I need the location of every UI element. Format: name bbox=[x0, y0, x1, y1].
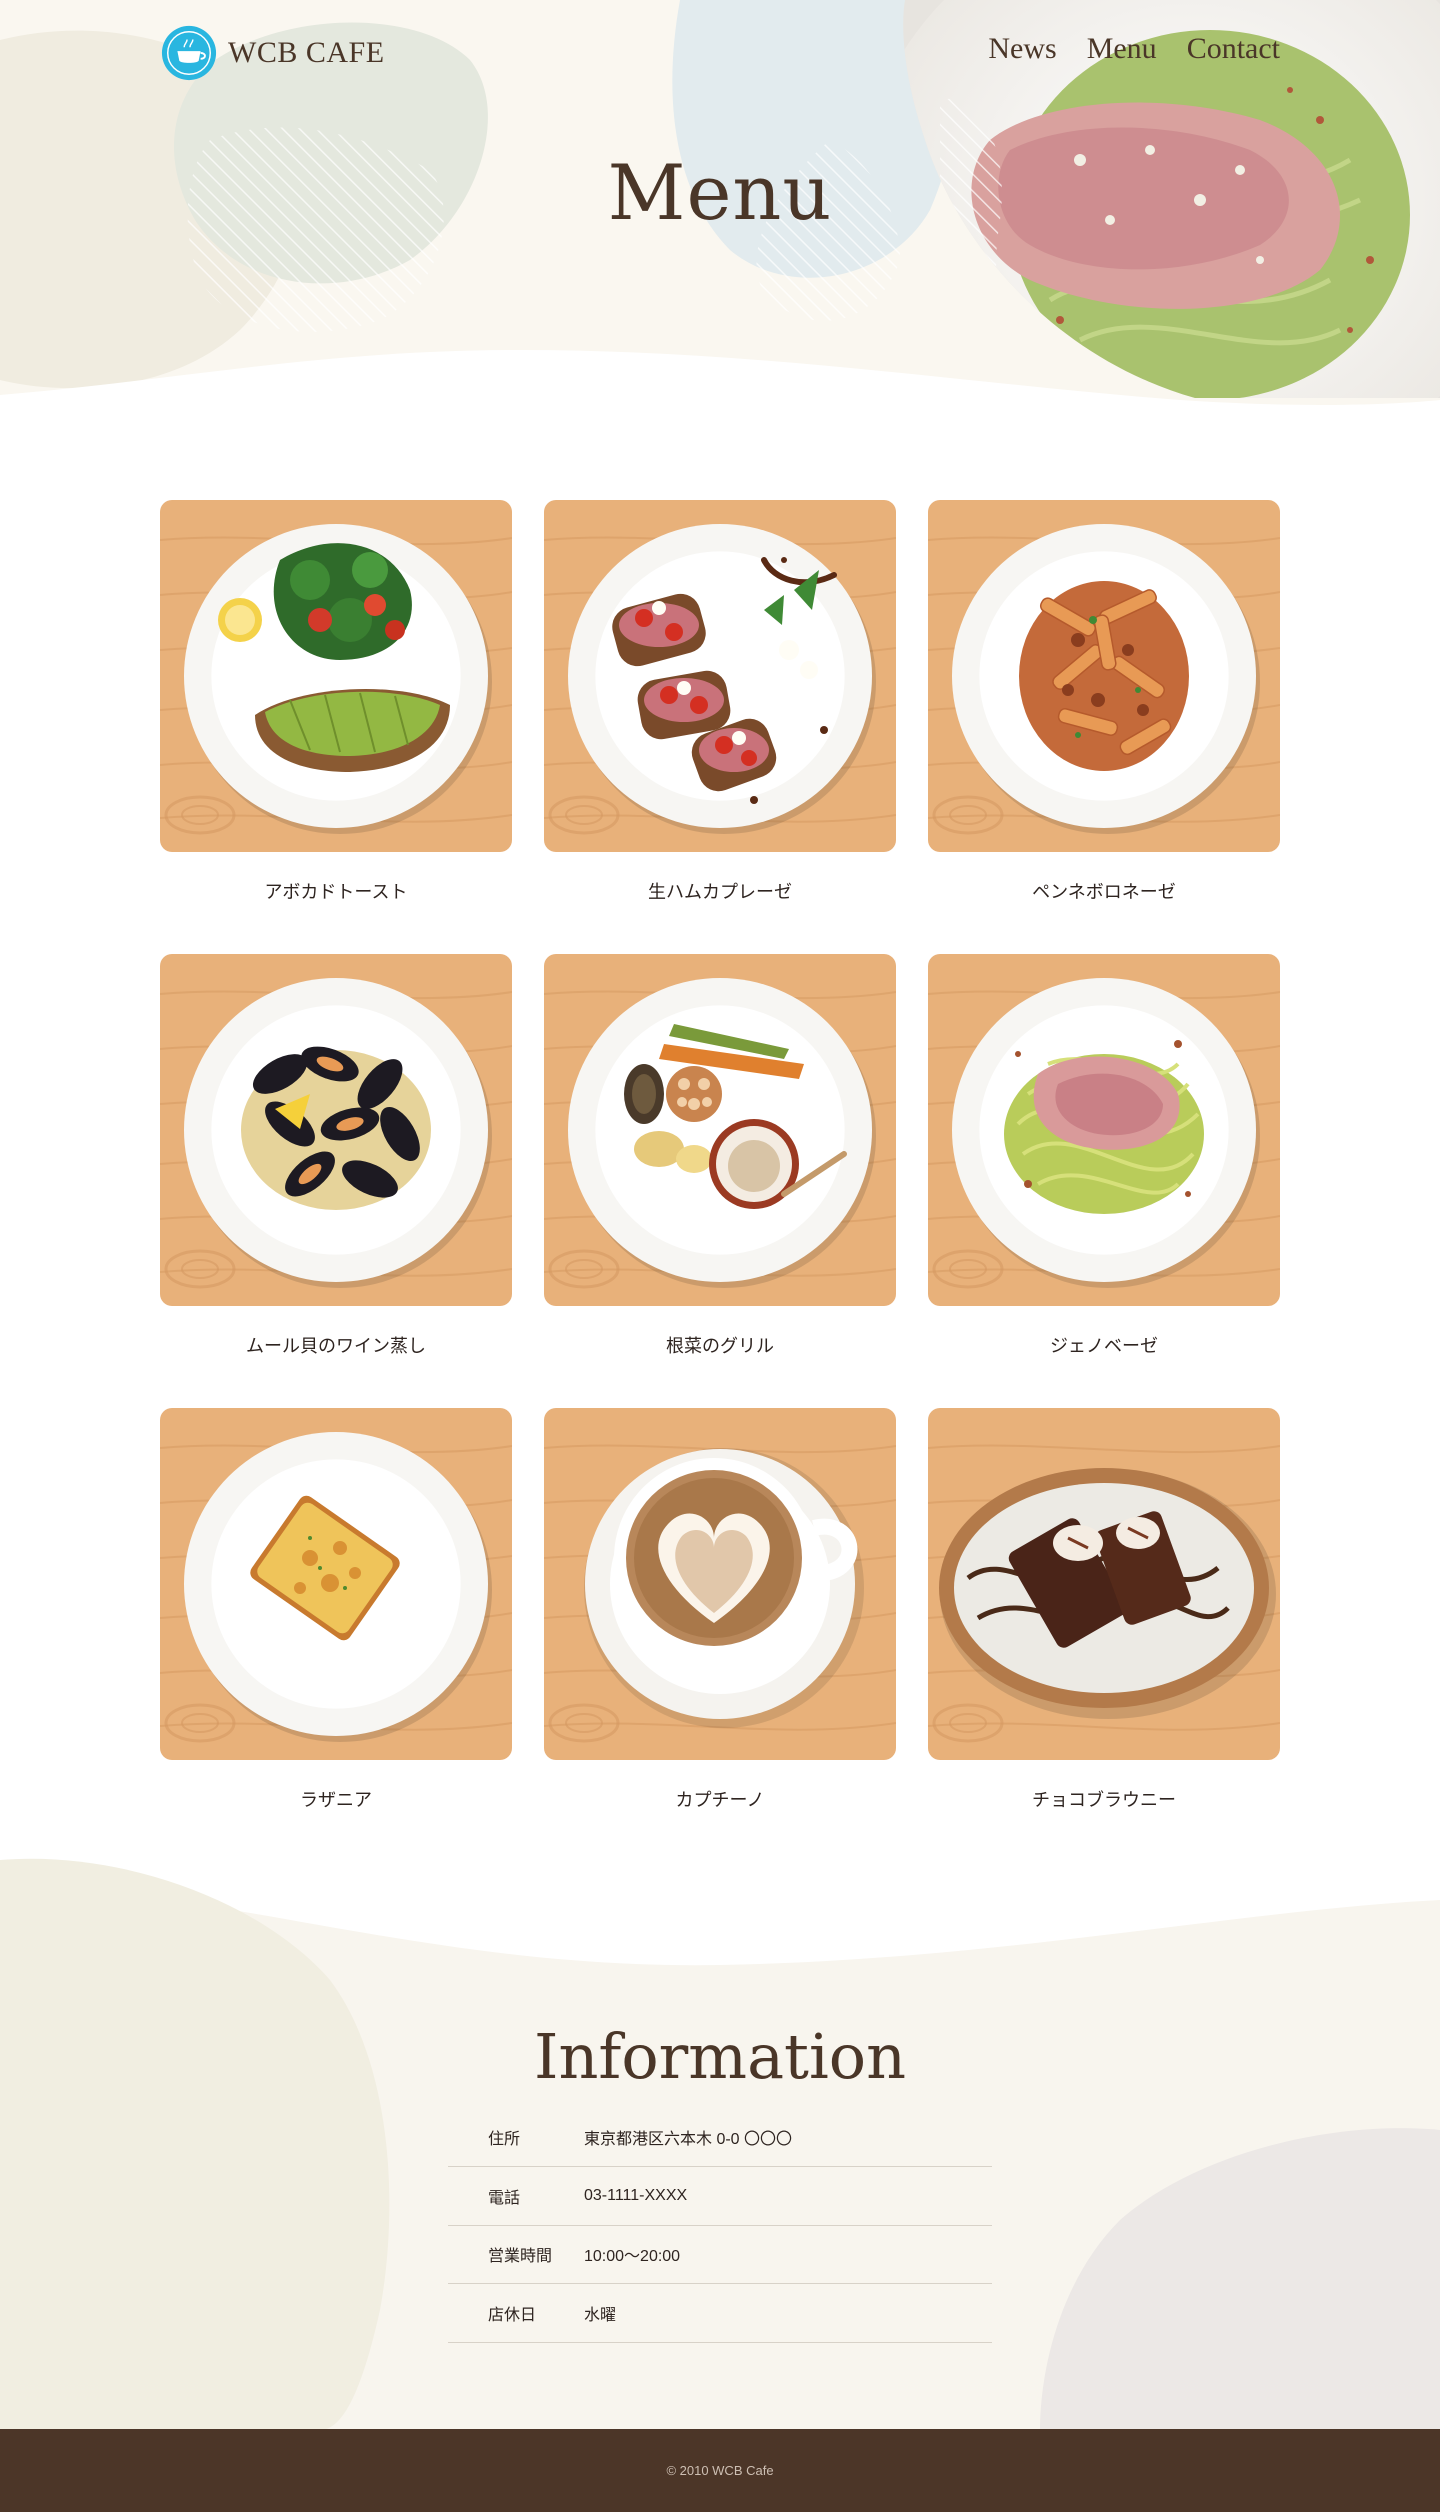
info-value-closed: 水曜 bbox=[584, 2306, 617, 2324]
menu-item-name: 根菜のグリル bbox=[666, 1336, 774, 1357]
logo-emblem-icon bbox=[161, 25, 217, 81]
menu-item[interactable]: 根菜のグリル bbox=[544, 954, 896, 1408]
main-nav: News Menu Contact bbox=[988, 32, 1280, 66]
table-row: 店休日 水曜 bbox=[448, 2284, 992, 2342]
menu-item-name: チョコブラウニー bbox=[1032, 1790, 1176, 1811]
info-value-phone: 03-1111-XXXX bbox=[584, 2186, 688, 2204]
nav-item-contact[interactable]: Contact bbox=[1187, 32, 1280, 66]
menu-item[interactable]: アボカドトースト bbox=[160, 500, 512, 954]
information-section: Information 住所 東京都港区六本木 0-0 〇〇〇 電話 03-11… bbox=[0, 1840, 1440, 2430]
menu-grid: アボカドトースト 生ハムカプレーゼ ペンネボロネーゼ ムール貝のワイン蒸し 根菜… bbox=[160, 500, 1280, 1862]
menu-item-photo bbox=[928, 954, 1280, 1306]
menu-item[interactable]: ペンネボロネーゼ bbox=[928, 500, 1280, 954]
menu-item[interactable]: ジェノベーゼ bbox=[928, 954, 1280, 1408]
table-row: 住所 東京都港区六本木 0-0 〇〇〇 bbox=[448, 2108, 992, 2167]
info-label-phone: 電話 bbox=[488, 2189, 521, 2207]
menu-item-photo bbox=[160, 1408, 512, 1760]
menu-item-name: ジェノベーゼ bbox=[1050, 1336, 1158, 1357]
site-footer: © 2010 WCB Cafe bbox=[0, 2429, 1440, 2512]
copyright-text: © 2010 WCB Cafe bbox=[666, 2463, 774, 2478]
info-label-hours: 営業時間 bbox=[488, 2248, 553, 2266]
menu-item-photo bbox=[928, 1408, 1280, 1760]
nav-item-menu[interactable]: Menu bbox=[1087, 32, 1157, 66]
table-row: 電話 03-1111-XXXX bbox=[448, 2167, 992, 2225]
page-title: Menu bbox=[607, 148, 833, 237]
menu-item[interactable]: 生ハムカプレーゼ bbox=[544, 500, 896, 954]
information-title: Information bbox=[533, 2020, 907, 2093]
nav-item-news[interactable]: News bbox=[988, 32, 1056, 66]
information-table: 住所 東京都港区六本木 0-0 〇〇〇 電話 03-1111-XXXX 営業時間… bbox=[448, 2108, 992, 2343]
menu-item[interactable]: カプチーノ bbox=[544, 1408, 896, 1862]
info-value-address: 東京都港区六本木 0-0 〇〇〇 bbox=[584, 2131, 793, 2148]
menu-item[interactable]: ラザニア bbox=[160, 1408, 512, 1862]
menu-item-photo bbox=[928, 500, 1280, 852]
info-value-hours: 10:00〜20:00 bbox=[584, 2248, 681, 2266]
menu-item-name: ラザニア bbox=[300, 1790, 372, 1811]
menu-item-photo bbox=[544, 954, 896, 1306]
menu-item-photo bbox=[544, 500, 896, 852]
brand-name: WCB CAFE bbox=[228, 36, 385, 69]
menu-item-name: ムール貝のワイン蒸し bbox=[246, 1336, 426, 1357]
site-logo[interactable]: WCB CAFE bbox=[160, 24, 385, 82]
menu-item-name: アボカドトースト bbox=[264, 882, 408, 903]
hero-header: WCB CAFE News Menu Contact Menu bbox=[0, 0, 1440, 410]
menu-item[interactable]: ムール貝のワイン蒸し bbox=[160, 954, 512, 1408]
menu-item[interactable]: チョコブラウニー bbox=[928, 1408, 1280, 1862]
info-label-closed: 店休日 bbox=[488, 2306, 537, 2324]
menu-item-photo bbox=[544, 1408, 896, 1760]
menu-item-name: 生ハムカプレーゼ bbox=[648, 882, 792, 903]
menu-item-name: カプチーノ bbox=[675, 1790, 765, 1811]
table-row: 営業時間 10:00〜20:00 bbox=[448, 2225, 992, 2284]
menu-item-photo bbox=[160, 954, 512, 1306]
menu-item-name: ペンネボロネーゼ bbox=[1032, 882, 1176, 903]
info-label-address: 住所 bbox=[488, 2131, 521, 2148]
menu-item-photo bbox=[160, 500, 512, 852]
